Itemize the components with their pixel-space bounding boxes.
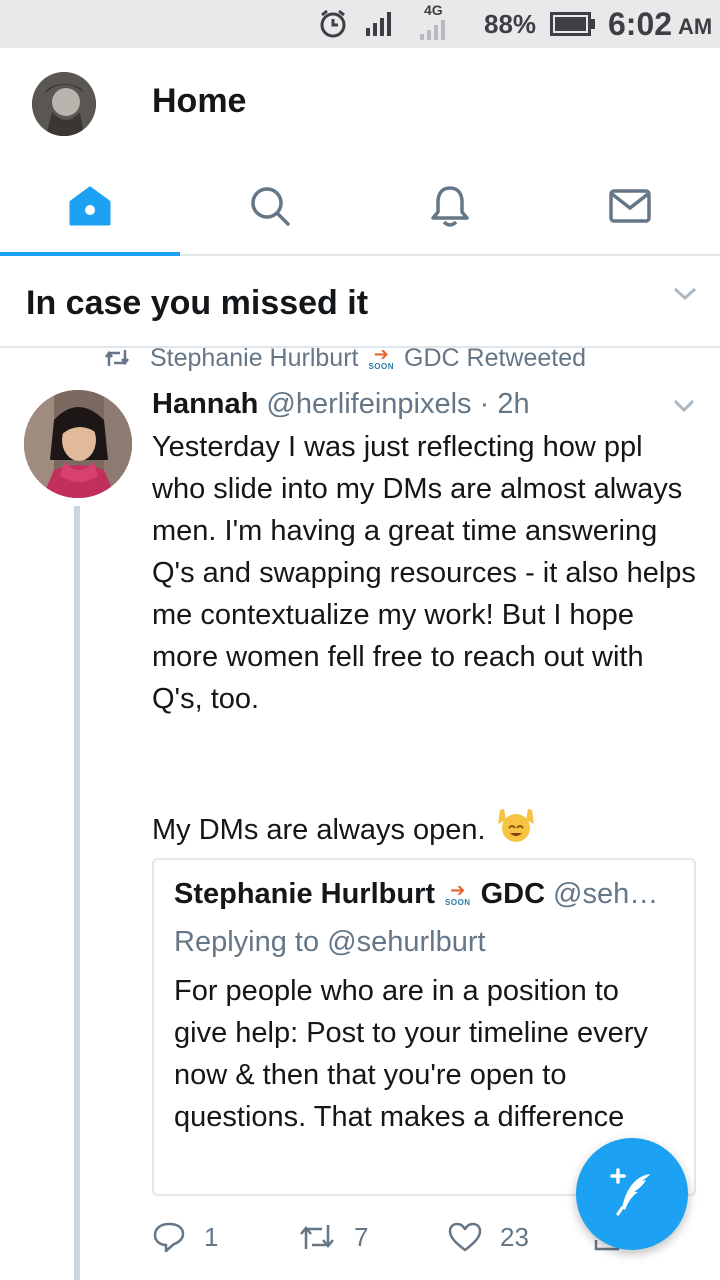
network-4g-icon: 4G	[420, 0, 448, 48]
heart-icon	[448, 1222, 482, 1252]
home-icon	[69, 186, 111, 231]
like-count: 23	[500, 1221, 529, 1252]
page-title: Home	[152, 82, 247, 120]
compose-quill-icon	[606, 1166, 658, 1223]
tab-search[interactable]	[180, 160, 360, 256]
quoted-author-name-suffix: GDC	[480, 878, 546, 910]
reply-icon	[152, 1221, 186, 1253]
reply-button[interactable]: 1	[152, 1214, 218, 1260]
battery-percent: 88%	[484, 8, 537, 39]
raising-hands-emoji-icon	[496, 804, 536, 856]
soon-badge-text: SOON	[368, 361, 395, 371]
tweet-text-line: My DMs are always open.	[152, 804, 697, 856]
tab-home[interactable]	[0, 160, 180, 256]
soon-badge: ➔ SOON	[368, 343, 395, 371]
quoted-tweet-text: For people who are in a position to give…	[174, 975, 648, 1133]
clock-ampm: AM	[678, 14, 713, 39]
quoted-tweet-header: Stephanie Hurlburt ➔ SOON GDC @seh…	[174, 878, 684, 911]
tweet-header: Hannah @herlifeinpixels · 2h	[152, 388, 530, 421]
retweet-count: 7	[354, 1221, 369, 1252]
retweet-icon	[298, 1223, 336, 1251]
separator-dot: ·	[479, 388, 490, 420]
search-icon	[249, 185, 291, 232]
battery-icon	[550, 0, 596, 48]
retweet-icon	[104, 348, 130, 368]
quoted-author-name: Stephanie Hurlburt	[174, 878, 436, 910]
thread-line	[74, 506, 80, 1280]
bell-icon	[430, 184, 470, 233]
profile-avatar[interactable]	[32, 72, 96, 136]
signal-icon	[366, 0, 394, 48]
retweet-context[interactable]: Stephanie Hurlburt ➔ SOON GDC Retweeted	[104, 340, 586, 376]
tab-messages[interactable]	[540, 160, 720, 256]
mail-icon	[609, 188, 651, 228]
retweet-suffix: GDC Retweeted	[404, 343, 587, 372]
tweet-time: 2h	[497, 388, 530, 420]
status-bar: 4G 88% 6:02 AM	[0, 0, 720, 48]
retweet-button[interactable]: 7	[298, 1214, 368, 1260]
tab-bar	[0, 160, 720, 256]
soon-badge: ➔ SOON	[445, 880, 471, 907]
arrow-right-icon: ➔	[450, 880, 466, 900]
arrow-right-icon: ➔	[373, 343, 389, 364]
alarm-icon	[318, 0, 348, 48]
retweeter-name: Stephanie Hurlburt	[150, 343, 359, 372]
network-type: 4G	[424, 2, 443, 18]
clock-time: 6:02	[608, 5, 673, 42]
section-header: In case you missed it	[0, 258, 720, 348]
compose-tweet-button[interactable]	[576, 1138, 688, 1250]
chevron-down-icon[interactable]	[672, 286, 698, 307]
tweet-author-handle[interactable]: @herlifeinpixels	[266, 388, 471, 420]
replying-to: Replying to @sehurlburt	[174, 926, 486, 958]
soon-badge-text: SOON	[445, 898, 471, 907]
tweet-menu-chevron-icon[interactable]	[672, 398, 696, 419]
tab-notifications[interactable]	[360, 160, 540, 256]
active-tab-indicator	[0, 252, 180, 256]
reply-count: 1	[204, 1221, 219, 1252]
clock: 6:02 AM	[608, 0, 712, 48]
tweet-author-avatar[interactable]	[24, 390, 132, 498]
quoted-author-handle: @seh…	[553, 878, 659, 910]
like-button[interactable]: 23	[448, 1214, 529, 1260]
tweet-text: Yesterday I was just reflecting how ppl …	[152, 431, 704, 715]
section-title: In case you missed it	[26, 284, 369, 322]
tweet-text-closing: My DMs are always open.	[152, 814, 486, 846]
app-header: Home	[0, 48, 720, 160]
tweet-author-name[interactable]: Hannah	[152, 388, 258, 420]
